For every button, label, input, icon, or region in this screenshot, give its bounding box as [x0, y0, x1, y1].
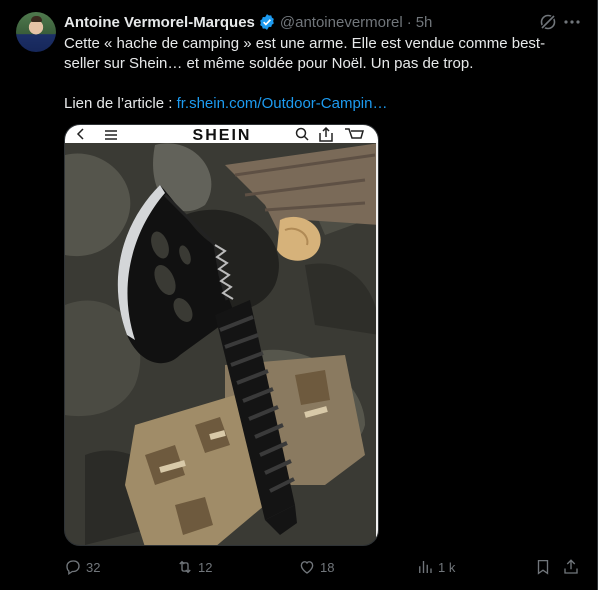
media-image: SHEIN [65, 125, 378, 545]
tweet-text: Cette « hache de camping » est une arme.… [64, 34, 568, 114]
author-handle[interactable]: @antoinevermorel [280, 14, 403, 31]
share-icon [564, 559, 578, 574]
avatar[interactable] [16, 12, 56, 52]
tweet[interactable]: Antoine Vermorel-Marques @antoinevermore… [0, 0, 598, 590]
timestamp[interactable]: 5h [416, 14, 433, 31]
brand-logo: SHEIN [193, 127, 252, 144]
author-name[interactable]: Antoine Vermorel-Marques [64, 14, 255, 31]
view-count: 1 k [438, 559, 456, 575]
reply-icon [66, 560, 80, 576]
header-separator: · [406, 13, 412, 31]
like-button[interactable]: 18 [298, 556, 334, 578]
views-button[interactable]: 1 k [416, 556, 455, 578]
bookmark-button[interactable] [534, 556, 556, 578]
tweet-body: Cette « hache de camping » est une arme.… [64, 35, 546, 72]
analytics-icon [419, 561, 432, 573]
repost-icon [179, 560, 191, 574]
heart-icon [300, 561, 314, 574]
repost-button[interactable]: 12 [176, 556, 212, 578]
article-link[interactable]: fr.shein.com/Outdoor-Campin… [177, 95, 388, 112]
tweet-header: Antoine Vermorel-Marques @antoinevermore… [64, 12, 581, 32]
verified-badge-icon [258, 13, 276, 31]
like-count: 18 [320, 559, 335, 575]
tweet-media[interactable]: SHEIN [64, 124, 379, 546]
reply-button[interactable]: 32 [64, 556, 100, 578]
grok-icon[interactable] [538, 12, 558, 32]
action-bar: 32 12 18 1 k [64, 556, 584, 578]
more-options-icon[interactable] [562, 12, 582, 32]
share-button[interactable] [562, 556, 584, 578]
article-link-line: Lien de l’article : fr.shein.com/Outdoor… [64, 94, 568, 114]
repost-count: 12 [198, 559, 213, 575]
reply-count: 32 [86, 559, 101, 575]
bookmark-icon [537, 559, 549, 575]
link-prefix: Lien de l’article : [64, 95, 177, 112]
